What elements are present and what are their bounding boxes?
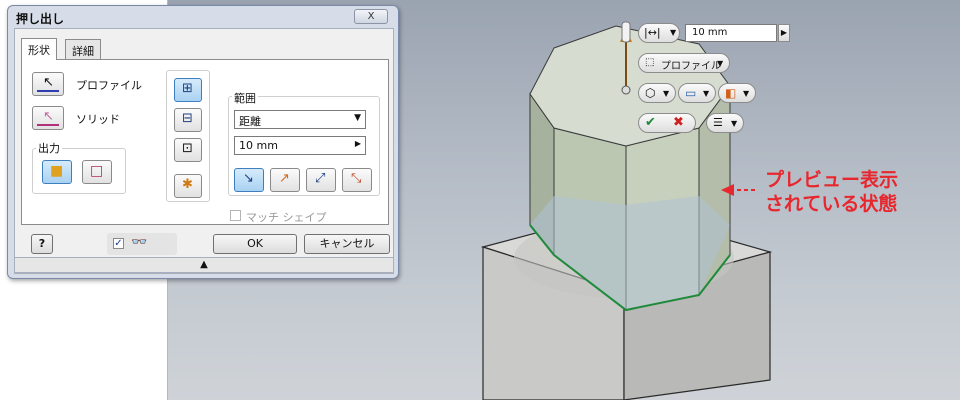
new-solid-button[interactable]: ✱ — [174, 174, 202, 198]
output-surface-button[interactable]: □ — [82, 160, 112, 184]
distance-value: 10 mm — [239, 139, 278, 152]
ok-label: OK — [247, 237, 263, 250]
chevron-right-icon[interactable]: ▶ — [355, 139, 361, 148]
chevron-down-icon: ▼ — [663, 89, 670, 98]
mini-output-button[interactable]: ⬡ ▼ — [638, 83, 676, 103]
extents-select[interactable]: 距離 ▼ — [234, 110, 366, 129]
chevron-down-icon: ▼ — [731, 119, 738, 128]
mini-distance-apply[interactable]: ▶ — [778, 24, 790, 42]
mini-distance-dir[interactable]: |↔| ▼ — [638, 23, 680, 43]
cancel-x-icon[interactable]: ✖ — [673, 115, 684, 130]
chevron-down-icon: ▼ — [717, 59, 724, 68]
mini-options-button[interactable]: ☰ ▼ — [706, 113, 744, 133]
options-menu-icon: ☰ — [713, 116, 723, 129]
chevron-up-icon: ▲ — [200, 259, 208, 270]
match-shape-checkbox[interactable] — [230, 210, 241, 221]
mini-profile-button[interactable]: ⬚ プロファイル ▼ — [638, 53, 730, 73]
direction-default-icon: ↘ — [243, 171, 254, 186]
pointer-arrow-icon: ↖ — [43, 109, 54, 124]
help-icon: ? — [38, 237, 46, 250]
close-button[interactable]: X — [354, 9, 388, 24]
operation-cut-button[interactable]: ⊟ — [174, 108, 202, 132]
mini-profile-label: プロファイル — [661, 61, 721, 72]
cut-icon: ⊟ — [182, 111, 193, 126]
dialog-client: 形状 詳細 ↖ プロファイル ↖ ソリッド 出力 ■ □ ⊞ ⊟ ⊡ ✱ 範囲 … — [14, 28, 394, 274]
operation-intersect-button[interactable]: ⊡ — [174, 138, 202, 162]
preview-callout: プレビュー表示 されている状態 — [765, 168, 898, 216]
chevron-down-icon: ▼ — [670, 28, 677, 37]
direction-flip-button[interactable]: ↗ — [270, 168, 300, 192]
cancel-button[interactable]: キャンセル — [304, 234, 390, 254]
operation-join-button[interactable]: ⊞ — [174, 78, 202, 102]
surface-cube-icon: □ — [90, 163, 104, 179]
distance-direction-icon: |↔| — [644, 26, 661, 39]
direction-default-button[interactable]: ↘ — [234, 168, 264, 192]
pointer-arrow-icon: ↖ — [43, 75, 54, 90]
dialog-title: 押し出し — [16, 12, 65, 26]
tab-detail[interactable]: 詳細 — [65, 39, 101, 59]
extents-value: 距離 — [239, 115, 261, 128]
direction-flip-icon: ↗ — [279, 171, 290, 186]
solid-cube-icon: ■ — [50, 163, 64, 179]
profile-select-button[interactable]: ↖ — [32, 72, 64, 96]
output-label: 出力 — [36, 140, 62, 156]
cancel-label: キャンセル — [319, 237, 375, 250]
extents-label: 範囲 — [232, 90, 258, 106]
direction-icon: ▭ — [685, 86, 697, 100]
selection-underline — [37, 124, 59, 126]
chevron-down-icon: ▼ — [354, 113, 361, 123]
solid-select-button[interactable]: ↖ — [32, 106, 64, 130]
selection-underline — [37, 90, 59, 92]
preview-checkbox[interactable]: ✓ — [113, 238, 124, 249]
direction-symmetric-icon: ⤢ — [315, 171, 326, 186]
manipulator-handle — [621, 21, 631, 43]
tab-shape[interactable]: 形状 — [21, 38, 57, 60]
close-icon: X — [367, 11, 375, 22]
join-operation-icon: ◧ — [725, 86, 737, 100]
callout-line-2: されている状態 — [765, 193, 898, 215]
new-solid-icon: ✱ — [182, 177, 193, 192]
direction-asymmetric-icon: ⤡ — [351, 171, 362, 186]
mini-distance-value: 10 mm — [692, 27, 728, 38]
preview-toggle: ✓ 👓 — [107, 233, 177, 255]
solid-label: ソリッド — [76, 113, 120, 126]
profile-select-icon: ⬚ — [645, 57, 655, 68]
glasses-icon: 👓 — [131, 235, 148, 250]
shape-tab-panel: ↖ プロファイル ↖ ソリッド 出力 ■ □ ⊞ ⊟ ⊡ ✱ 範囲 距離 ▼ 1… — [21, 59, 389, 225]
ok-check-icon[interactable]: ✔ — [645, 115, 656, 130]
chevron-down-icon: ▼ — [743, 89, 750, 98]
chevron-down-icon: ▼ — [703, 89, 710, 98]
callout-line-1: プレビュー表示 — [765, 169, 899, 191]
manipulator-ball — [621, 85, 631, 95]
intersect-icon: ⊡ — [182, 141, 193, 156]
profile-label: プロファイル — [76, 79, 142, 92]
ok-button[interactable]: OK — [213, 234, 297, 254]
mini-ok-cancel: ✔ ✖ — [638, 113, 696, 133]
output-solid-button[interactable]: ■ — [42, 160, 72, 184]
solid-output-icon: ⬡ — [645, 86, 656, 100]
mini-distance-input[interactable]: 10 mm — [685, 24, 777, 42]
help-button[interactable]: ? — [31, 234, 53, 254]
join-icon: ⊞ — [182, 81, 193, 96]
dialog-expander[interactable]: ▲ — [14, 257, 394, 273]
direction-symmetric-button[interactable]: ⤢ — [306, 168, 336, 192]
mini-operation-button[interactable]: ◧ ▼ — [718, 83, 756, 103]
mini-direction-button[interactable]: ▭ ▼ — [678, 83, 716, 103]
dialog-titlebar[interactable]: 押し出し X — [8, 6, 398, 28]
match-shape-label: マッチ シェイプ — [246, 211, 327, 224]
extrude-dialog: 押し出し X 形状 詳細 ↖ プロファイル ↖ ソリッド 出力 ■ □ ⊞ ⊟ … — [7, 5, 399, 279]
play-icon: ▶ — [780, 28, 788, 37]
distance-input[interactable]: 10 mm ▶ — [234, 136, 366, 155]
direction-asymmetric-button[interactable]: ⤡ — [342, 168, 372, 192]
